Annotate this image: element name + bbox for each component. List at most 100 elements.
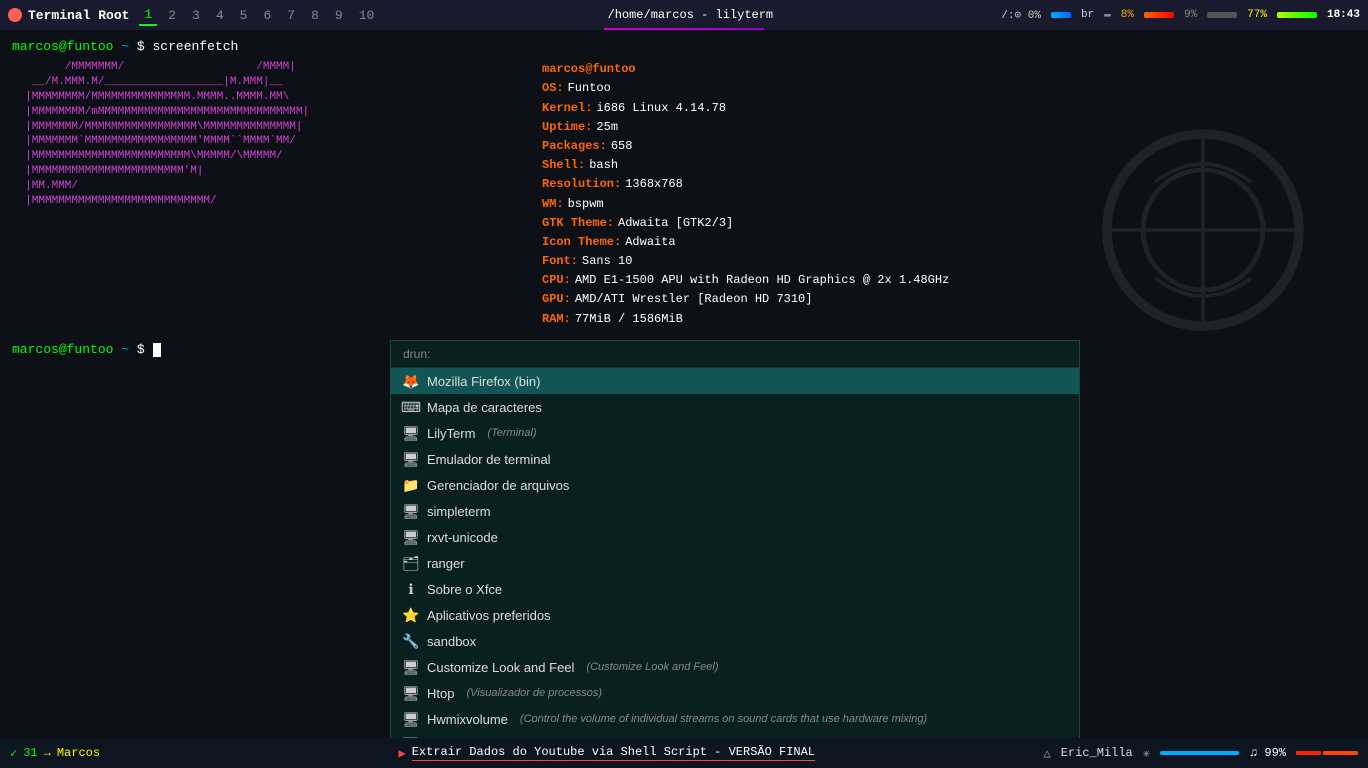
drun-item-simpleterm[interactable]: 🖥 simpleterm <box>391 498 1079 524</box>
sysinfo-os: OS: Funtoo <box>542 79 949 98</box>
song-title: Extrair Dados do Youtube via Shell Scrip… <box>412 745 815 761</box>
drun-item-simpleterm-label: simpleterm <box>427 504 491 519</box>
cpu-bar-1 <box>1296 751 1321 755</box>
sysinfo-icon-val: Adwaita <box>625 233 675 252</box>
sysinfo-packages-key: Packages: <box>542 137 607 156</box>
sysinfo-gpu-val: AMD/ATI Wrestler [Radeon HD 7310] <box>575 290 813 309</box>
tab-3[interactable]: 3 <box>187 6 205 25</box>
status-area: /:⊙ 0% br ▬ 8% 9% 77% 18:43 <box>1001 8 1360 22</box>
drun-item-customize[interactable]: 🖥 Customize Look and Feel (Customize Loo… <box>391 654 1079 680</box>
drun-item-charmap-label: Mapa de caracteres <box>427 400 542 415</box>
sysinfo-gtk: GTK Theme: Adwaita [GTK2/3] <box>542 214 949 233</box>
cursor <box>153 343 161 357</box>
drun-item-fontforge[interactable]: 🔤 FontForge (Font Editor) <box>391 732 1079 738</box>
drun-item-htop[interactable]: 🖥 Htop (Visualizador de processos) <box>391 680 1079 706</box>
tab-6[interactable]: 6 <box>258 6 276 25</box>
tab-8[interactable]: 8 <box>306 6 324 25</box>
drun-item-terminal[interactable]: 🖥 Emulador de terminal <box>391 446 1079 472</box>
tab-5[interactable]: 5 <box>235 6 253 25</box>
sysinfo-wm-val: bspwm <box>568 195 604 214</box>
drun-item-lilyterm[interactable]: 🖥 LilyTerm (Terminal) <box>391 420 1079 446</box>
sysinfo-kernel-val: i686 Linux 4.14.78 <box>596 99 726 118</box>
drun-item-hwmixvolume-sub: (Control the volume of individual stream… <box>520 713 927 725</box>
sysinfo-shell: Shell: bash <box>542 156 949 175</box>
cpu-mini-bar <box>1296 751 1358 755</box>
sysinfo-cpu: CPU: AMD E1-1500 APU with Radeon HD Grap… <box>542 271 949 290</box>
drun-item-preferred-apps[interactable]: ⭐ Aplicativos preferidos <box>391 602 1079 628</box>
username: Eric_Milla <box>1061 746 1133 760</box>
tab-2[interactable]: 2 <box>163 6 181 25</box>
preferred-apps-icon: ⭐ <box>403 607 419 623</box>
play-icon: ▶ <box>399 746 406 761</box>
drun-item-customize-sub: (Customize Look and Feel) <box>586 661 718 673</box>
drun-item-ranger[interactable]: 🗂 ranger <box>391 550 1079 576</box>
sysinfo-cpu-val: AMD E1-1500 APU with Radeon HD Graphics … <box>575 271 949 290</box>
drun-item-firefox[interactable]: 🦊 Mozilla Firefox (bin) <box>391 368 1079 394</box>
drun-item-sandbox-label: sandbox <box>427 634 476 649</box>
drun-item-hwmixvolume[interactable]: 🖥 Hwmixvolume (Control the volume of ind… <box>391 706 1079 732</box>
sysinfo-gtk-val: Adwaita [GTK2/3] <box>618 214 733 233</box>
drun-item-lilyterm-sub: (Terminal) <box>487 427 536 439</box>
workspace-name: Marcos <box>57 746 100 760</box>
sysinfo-shell-key: Shell: <box>542 156 585 175</box>
drun-overlay[interactable]: drun: 🦊 Mozilla Firefox (bin) ⌨ Mapa de … <box>390 340 1080 738</box>
cpu1-bar <box>1144 12 1174 18</box>
audio-bar <box>1051 12 1071 18</box>
tab-10[interactable]: 10 <box>354 6 380 25</box>
tab-9[interactable]: 9 <box>330 6 348 25</box>
window-count: 31 <box>23 746 37 760</box>
title-underline <box>604 28 764 30</box>
drun-header: drun: <box>391 341 1079 368</box>
tab-1[interactable]: 1 <box>139 5 157 26</box>
bottombar: ✓ 31 → Marcos ▶ Extrair Dados do Youtube… <box>0 738 1368 768</box>
cpu1-pct: 8% <box>1121 9 1134 21</box>
sysinfo-gpu-key: GPU: <box>542 290 571 309</box>
firefox-icon: 🦊 <box>403 373 419 389</box>
tab-4[interactable]: 4 <box>211 6 229 25</box>
battery-bar <box>1277 12 1317 18</box>
drun-item-fontforge-label: FontForge <box>427 738 487 739</box>
sysinfo-uptime: Uptime: 25m <box>542 118 949 137</box>
terminal-area[interactable]: marcos@funtoo ~ $ screenfetch /MMMMMMM/ … <box>0 30 1368 738</box>
about-xfce-icon: ℹ <box>403 581 419 597</box>
drun-item-sandbox[interactable]: 🔧 sandbox <box>391 628 1079 654</box>
window-title-area: /home/marcos - lilyterm <box>385 8 995 22</box>
simpleterm-icon: 🖥 <box>403 503 419 519</box>
sysinfo-icon-key: Icon Theme: <box>542 233 621 252</box>
keyboard-layout: br <box>1081 9 1094 21</box>
cpu2-pct: 9% <box>1184 9 1197 21</box>
ascii-art: /MMMMMMM/ /MMMM| __/M.MMM.M/____________… <box>12 60 522 329</box>
drun-item-preferred-apps-label: Aplicativos preferidos <box>427 608 551 623</box>
drun-item-rxvt[interactable]: 🖥 rxvt-unicode <box>391 524 1079 550</box>
fontforge-icon: 🔤 <box>403 737 419 738</box>
prompt-user: marcos <box>12 39 59 54</box>
battery-pct: 77% <box>1247 9 1267 21</box>
lilyterm-icon: 🖥 <box>403 425 419 441</box>
sysinfo-uptime-val: 25m <box>596 118 618 137</box>
drun-item-filemanager[interactable]: 📁 Gerenciador de arquivos <box>391 472 1079 498</box>
bottom-left-area: ✓ 31 → Marcos <box>10 746 170 761</box>
cpu2-bar <box>1207 12 1237 18</box>
drun-item-about-xfce[interactable]: ℹ Sobre o Xfce <box>391 576 1079 602</box>
drun-item-charmap[interactable]: ⌨ Mapa de caracteres <box>391 394 1079 420</box>
customize-icon: 🖥 <box>403 659 419 675</box>
prompt-tilde: ~ <box>121 39 129 54</box>
sysinfo-wm-key: WM: <box>542 195 564 214</box>
prompt-host: funtoo <box>67 39 114 54</box>
sysinfo-font-val: Sans 10 <box>582 252 632 271</box>
htop-icon: 🖥 <box>403 685 419 701</box>
drun-item-htop-label: Htop <box>427 686 454 701</box>
rxvt-icon: 🖥 <box>403 529 419 545</box>
sysinfo-gtk-key: GTK Theme: <box>542 214 614 233</box>
drun-item-ranger-label: ranger <box>427 556 465 571</box>
volume-fill <box>1160 751 1239 755</box>
sysinfo-wm: WM: bspwm <box>542 195 949 214</box>
tab-7[interactable]: 7 <box>282 6 300 25</box>
arrow-icon: → <box>44 746 51 760</box>
prompt-command: screenfetch <box>153 39 239 54</box>
bottom-center-area: ▶ Extrair Dados do Youtube via Shell Scr… <box>170 745 1044 761</box>
drun-item-filemanager-label: Gerenciador de arquivos <box>427 478 569 493</box>
terminal-icon: 🖥 <box>403 451 419 467</box>
close-button[interactable] <box>8 8 22 22</box>
hwmixvolume-icon: 🖥 <box>403 711 419 727</box>
